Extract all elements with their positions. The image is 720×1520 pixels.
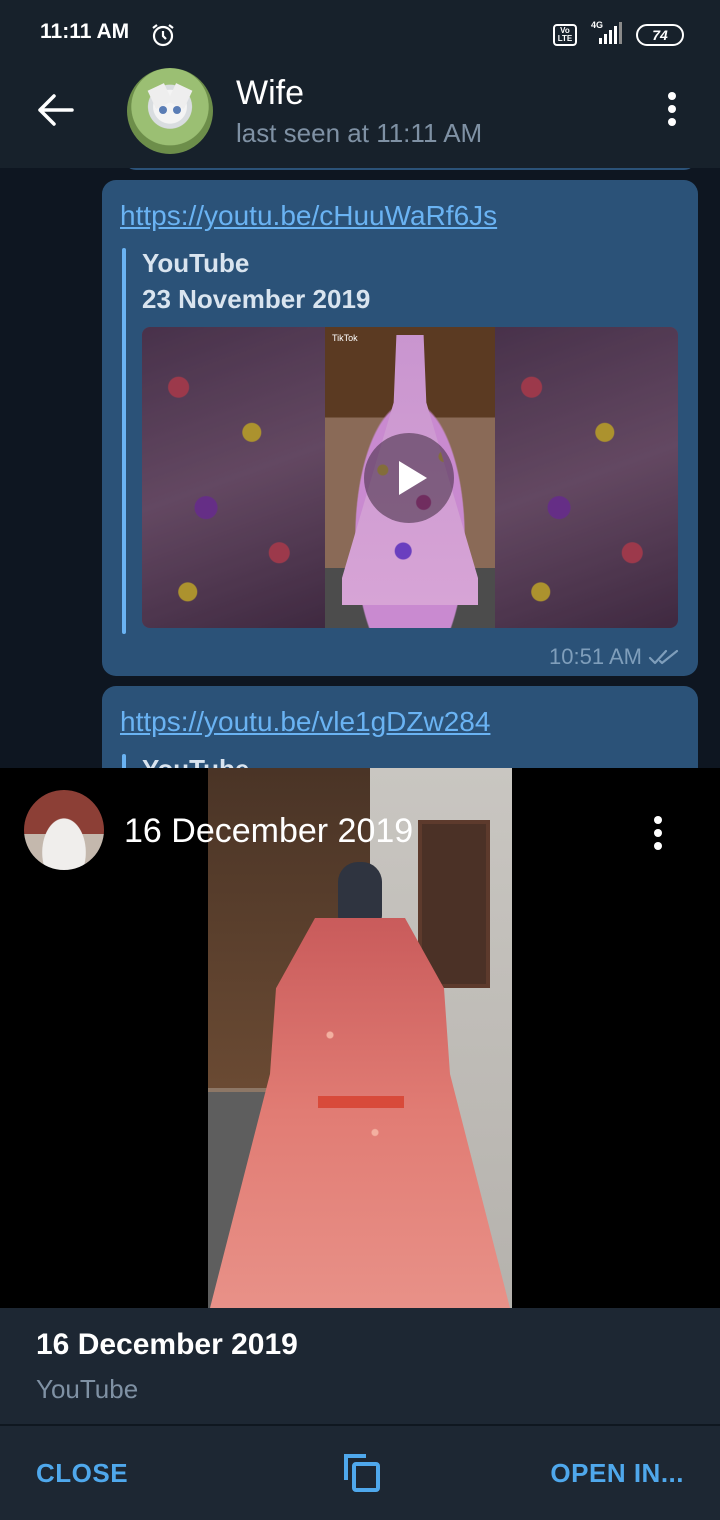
preview-quote-bar	[122, 754, 126, 768]
back-arrow-icon[interactable]	[30, 90, 78, 130]
open-in-button[interactable]: OPEN IN...	[550, 1458, 684, 1489]
info-source: YouTube	[36, 1374, 139, 1404]
alarm-icon	[152, 24, 174, 47]
battery-icon: 74	[636, 24, 684, 46]
message-link[interactable]: https://youtu.be/vle1gDZw284	[120, 706, 490, 738]
link-preview-site: YouTube	[142, 248, 250, 278]
volte-icon: Vo LTE	[553, 24, 577, 46]
copy-link-icon[interactable]	[340, 1450, 382, 1494]
preview-quote-bar	[122, 248, 126, 634]
link-preview-site: YouTube	[142, 754, 249, 768]
close-button[interactable]: CLOSE	[36, 1458, 128, 1489]
chat-history[interactable]: https://youtu.be/cHuuWaRf6Js YouTube 23 …	[0, 168, 720, 768]
chat-header: Wife last seen at 11:11 AM	[0, 56, 720, 168]
contact-avatar[interactable]	[127, 68, 213, 154]
contact-name[interactable]: Wife	[236, 74, 304, 113]
video-more-options-icon[interactable]	[646, 816, 670, 856]
more-options-icon[interactable]	[660, 92, 684, 132]
info-title: 16 December 2019	[36, 1328, 298, 1361]
link-preview-date: 23 November 2019	[142, 284, 371, 314]
video-channel-avatar[interactable]	[24, 790, 104, 870]
status-bar: 11:11 AM Vo LTE 4G 74	[0, 0, 720, 56]
svg-text:4G: 4G	[591, 20, 603, 30]
embedded-video-player[interactable]: 16 December 2019	[0, 768, 720, 1308]
last-seen-status: last seen at 11:11 AM	[236, 118, 483, 148]
thumbnail-watermark: TikTok	[332, 333, 358, 343]
read-receipt-icon	[648, 649, 679, 665]
status-time: 11:11 AM	[40, 20, 130, 43]
video-title: 16 December 2019	[124, 812, 414, 850]
previous-message-bubble	[124, 168, 696, 170]
signal-icon: 4G	[591, 20, 622, 44]
video-info-panel: 16 December 2019 YouTube	[0, 1308, 720, 1424]
message-time: 10:51 AM	[549, 644, 642, 669]
video-thumbnail[interactable]: TikTok	[142, 327, 678, 628]
action-bar: CLOSE OPEN IN...	[0, 1426, 720, 1520]
play-icon[interactable]	[364, 433, 454, 523]
message-bubble[interactable]: https://youtu.be/vle1gDZw284 YouTube	[102, 686, 698, 768]
message-bubble[interactable]: https://youtu.be/cHuuWaRf6Js YouTube 23 …	[102, 180, 698, 676]
message-link[interactable]: https://youtu.be/cHuuWaRf6Js	[120, 200, 497, 232]
